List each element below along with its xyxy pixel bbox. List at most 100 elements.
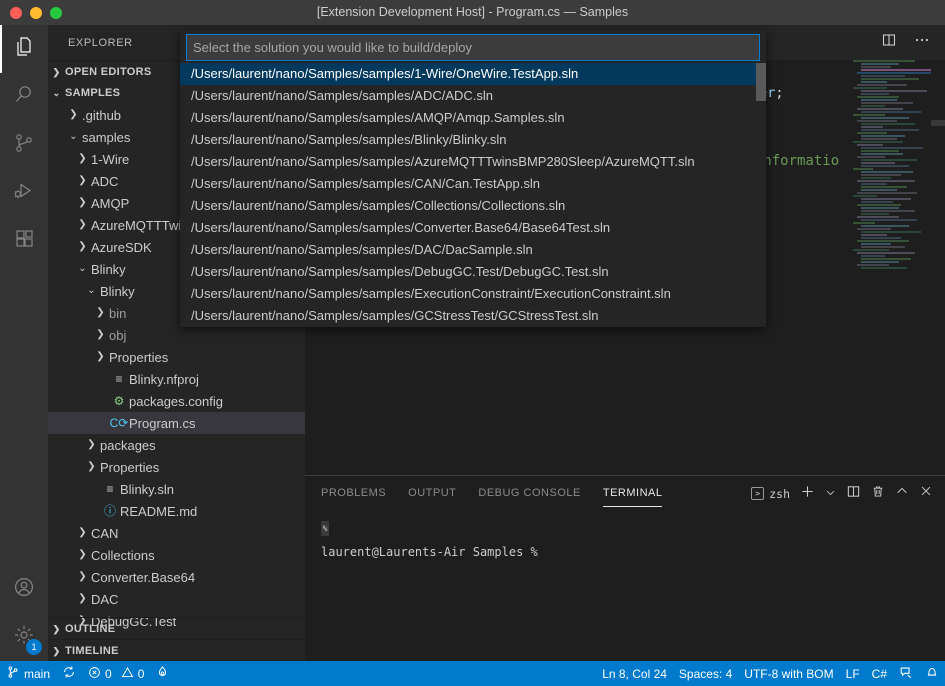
status-feedback[interactable] — [893, 661, 919, 686]
tree-item-properties[interactable]: ❯Properties — [48, 346, 305, 368]
quick-pick-item[interactable]: /Users/laurent/nano/Samples/samples/Debu… — [180, 261, 766, 283]
split-icon[interactable] — [846, 484, 861, 504]
tree-item-readme-md[interactable]: ❯ⓘREADME.md — [48, 500, 305, 522]
quick-pick-item[interactable]: /Users/laurent/nano/Samples/samples/Exec… — [180, 283, 766, 305]
minimap-line — [857, 96, 899, 98]
minimap-line — [857, 264, 889, 266]
quick-pick-item[interactable]: /Users/laurent/nano/Samples/samples/Azur… — [180, 151, 766, 173]
terminal-prompt-line: laurent@Laurents-Air Samples % — [321, 543, 945, 562]
window-controls[interactable] — [0, 7, 62, 19]
activity-item-source-control[interactable] — [0, 121, 48, 169]
terminal-cursor: % — [321, 521, 329, 536]
tree-item-label: Blinky.nfproj — [129, 372, 199, 387]
status-language-mode[interactable]: C# — [866, 661, 893, 686]
chevron-down-icon: ⌄ — [83, 280, 100, 302]
minimap-line — [861, 261, 899, 263]
trash-icon[interactable] — [871, 484, 885, 504]
maximize-window-button[interactable] — [50, 7, 62, 19]
quick-pick-item[interactable]: /Users/laurent/nano/Samples/samples/ADC/… — [180, 85, 766, 107]
quick-pick-item[interactable]: /Users/laurent/nano/Samples/samples/AMQP… — [180, 107, 766, 129]
status-cursor-position[interactable]: Ln 8, Col 24 — [596, 661, 673, 686]
quick-pick-input-wrap — [180, 30, 766, 63]
editor-vertical-scrollbar[interactable] — [931, 60, 945, 475]
status-problems[interactable]: 0 0 — [82, 661, 150, 686]
activity-item-run-and-debug[interactable] — [0, 169, 48, 217]
ellipsis-icon[interactable] — [913, 32, 931, 53]
activity-item-search[interactable] — [0, 73, 48, 121]
panel-tab-problems[interactable]: PROBLEMS — [321, 476, 386, 511]
chevron-right-icon: ❯ — [74, 522, 91, 544]
minimap[interactable] — [851, 60, 931, 475]
section-outline[interactable]: ❯ OUTLINE — [48, 617, 305, 639]
minimap-line — [857, 144, 883, 146]
chevron-right-icon: ❯ — [74, 566, 91, 588]
panel-tab-terminal[interactable]: TERMINAL — [603, 476, 663, 511]
status-encoding[interactable]: UTF-8 with BOM — [738, 661, 839, 686]
quick-pick-dialog[interactable]: /Users/laurent/nano/Samples/samples/1-Wi… — [180, 30, 766, 327]
minimap-line — [861, 246, 905, 248]
quick-pick-scrollbar[interactable] — [756, 63, 766, 327]
minimap-line — [861, 123, 915, 125]
tree-item-obj[interactable]: ❯obj — [48, 324, 305, 346]
tree-item-can[interactable]: ❯CAN — [48, 522, 305, 544]
quick-pick-input[interactable] — [186, 34, 760, 61]
status-flame[interactable] — [150, 661, 175, 686]
chevron-down-icon: ⌄ — [65, 126, 82, 148]
activity-item-explorer[interactable] — [0, 25, 48, 73]
quick-pick-item[interactable]: /Users/laurent/nano/Samples/samples/GCSt… — [180, 305, 766, 327]
plus-icon[interactable] — [800, 484, 815, 504]
split-editor-icon[interactable] — [881, 32, 897, 53]
quick-pick-item[interactable]: /Users/laurent/nano/Samples/samples/CAN/… — [180, 173, 766, 195]
status-notifications[interactable] — [919, 661, 945, 686]
minimap-line — [861, 159, 917, 161]
tree-item-packages-config[interactable]: ❯⚙packages.config — [48, 390, 305, 412]
status-sync[interactable] — [56, 661, 82, 686]
panel-tab-debug-console[interactable]: DEBUG CONSOLE — [478, 476, 580, 511]
activity-item-manage[interactable]: 1 — [0, 613, 48, 661]
minimap-line — [853, 249, 889, 251]
vscode-window: [Extension Development Host] - Program.c… — [0, 0, 945, 686]
minimize-window-button[interactable] — [30, 7, 42, 19]
panel-tab-output[interactable]: OUTPUT — [408, 476, 456, 511]
info-icon: ⓘ — [100, 500, 120, 522]
activity-item-accounts[interactable] — [0, 565, 48, 613]
section-open-editors-label: OPEN EDITORS — [65, 66, 152, 78]
tree-item-label: packages — [100, 438, 156, 453]
tree-item-packages[interactable]: ❯packages — [48, 434, 305, 456]
terminal-selector[interactable]: > zsh — [751, 487, 790, 501]
minimap-line — [853, 222, 875, 224]
quick-pick-item[interactable]: /Users/laurent/nano/Samples/samples/Coll… — [180, 195, 766, 217]
tree-item-label: obj — [109, 328, 126, 343]
tree-item-properties[interactable]: ❯Properties — [48, 456, 305, 478]
minimap-line — [857, 156, 885, 158]
quick-pick-item[interactable]: /Users/laurent/nano/Samples/samples/1-Wi… — [180, 63, 766, 85]
quick-pick-item[interactable]: /Users/laurent/nano/Samples/samples/DAC/… — [180, 239, 766, 261]
close-window-button[interactable] — [10, 7, 22, 19]
section-timeline[interactable]: ❯ TIMELINE — [48, 639, 305, 661]
extensions-icon — [12, 227, 36, 256]
chevron-down-icon[interactable] — [825, 485, 836, 503]
minimap-line — [861, 210, 915, 212]
terminal-output[interactable]: % laurent@Laurents-Air Samples % — [305, 511, 945, 562]
terminal-name: zsh — [769, 487, 790, 501]
status-eol[interactable]: LF — [840, 661, 866, 686]
status-indentation[interactable]: Spaces: 4 — [673, 661, 738, 686]
editor-scrollbar-thumb[interactable] — [931, 120, 945, 126]
tree-item-program-cs[interactable]: ❯C⟳Program.cs — [48, 412, 305, 434]
quick-pick-item[interactable]: /Users/laurent/nano/Samples/samples/Conv… — [180, 217, 766, 239]
status-branch[interactable]: main — [0, 661, 56, 686]
tree-item-converter-base64[interactable]: ❯Converter.Base64 — [48, 566, 305, 588]
tree-item-collections[interactable]: ❯Collections — [48, 544, 305, 566]
minimap-line — [853, 141, 903, 143]
tree-item-label: README.md — [120, 504, 197, 519]
quick-pick-item[interactable]: /Users/laurent/nano/Samples/samples/Blin… — [180, 129, 766, 151]
chevron-up-icon[interactable] — [895, 484, 909, 503]
minimap-line — [861, 201, 893, 203]
activity-item-extensions[interactable] — [0, 217, 48, 265]
tree-item-blinky-sln[interactable]: ❯≡Blinky.sln — [48, 478, 305, 500]
quick-pick-list[interactable]: /Users/laurent/nano/Samples/samples/1-Wi… — [180, 63, 766, 327]
close-icon[interactable] — [919, 484, 933, 503]
tree-item-dac[interactable]: ❯DAC — [48, 588, 305, 610]
tree-item-blinky-nfproj[interactable]: ❯≡Blinky.nfproj — [48, 368, 305, 390]
quick-pick-scrollbar-thumb[interactable] — [756, 63, 766, 101]
